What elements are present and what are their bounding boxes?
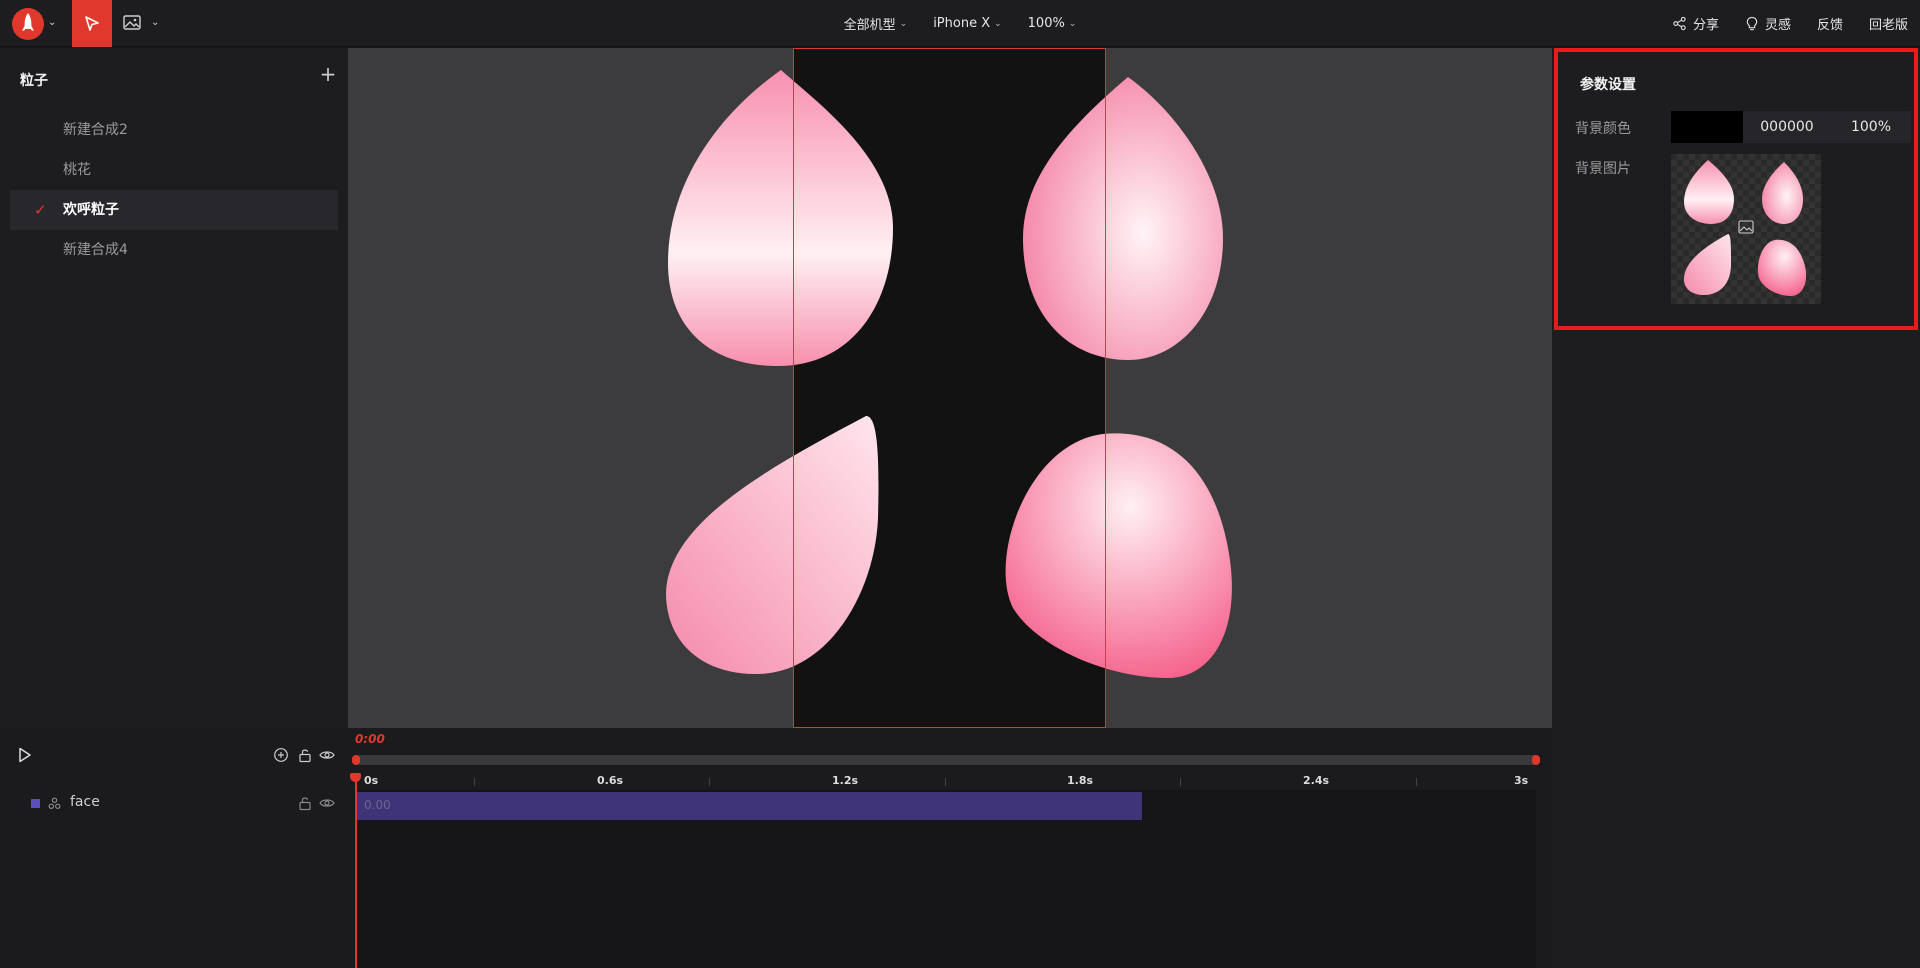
track-area[interactable]: 0.00 bbox=[354, 790, 1536, 968]
composition-item-label: 桃花 bbox=[63, 162, 91, 178]
share-icon bbox=[1673, 16, 1686, 31]
image-tool-icon[interactable] bbox=[122, 13, 142, 33]
plus-icon: + bbox=[319, 62, 337, 86]
layer-name: face bbox=[70, 794, 100, 810]
device-select[interactable]: iPhone X ⌄ bbox=[933, 16, 1001, 31]
select-tool-button[interactable] bbox=[72, 0, 112, 47]
eye-icon[interactable] bbox=[319, 747, 335, 763]
tick bbox=[945, 778, 946, 786]
particle-icon bbox=[48, 797, 61, 809]
tick-label: 0s bbox=[364, 774, 379, 787]
petal-image bbox=[668, 70, 893, 366]
old-version-label: 回老版 bbox=[1868, 18, 1908, 33]
bg-color-swatch[interactable] bbox=[1671, 111, 1743, 143]
bg-image-thumbnail[interactable] bbox=[1671, 154, 1821, 304]
tick bbox=[474, 778, 475, 786]
pointer-icon bbox=[85, 15, 99, 31]
bg-color-field: 000000 100% bbox=[1671, 111, 1911, 143]
share-label: 分享 bbox=[1692, 18, 1719, 33]
feedback-button[interactable]: 反馈 bbox=[1817, 14, 1843, 33]
tick-label: 1.8s bbox=[1067, 774, 1094, 787]
range-end-handle[interactable] bbox=[1532, 755, 1540, 765]
layer-eye-icon[interactable] bbox=[319, 795, 335, 811]
add-layer-icon[interactable] bbox=[273, 747, 289, 763]
tick-label: 2.4s bbox=[1303, 774, 1330, 787]
timeline: 0:00 0s 0.6s 1.2s 1.8s 2.4s 3s face 0.00 bbox=[0, 728, 1552, 968]
image-tool-dropdown-icon[interactable]: ⌄ bbox=[151, 17, 159, 28]
composition-item-active[interactable]: ✓ 欢呼粒子 bbox=[10, 190, 338, 230]
current-time: 0:00 bbox=[355, 732, 385, 746]
old-version-button[interactable]: 回老版 bbox=[1869, 14, 1908, 33]
petal-image bbox=[1005, 433, 1232, 678]
app-logo[interactable] bbox=[12, 8, 44, 40]
tick bbox=[1180, 778, 1181, 786]
composition-panel: 粒子 + 新建合成2 桃花 ✓ 欢呼粒子 新建合成4 bbox=[0, 48, 348, 728]
chevron-down-icon: ⌄ bbox=[994, 18, 1002, 29]
zoom-label: 100% bbox=[1027, 16, 1065, 31]
petal-sprites bbox=[666, 70, 1232, 678]
properties-title: 参数设置 bbox=[1580, 77, 1636, 93]
tick bbox=[709, 778, 710, 786]
device-group-select[interactable]: 全部机型 ⌄ bbox=[844, 14, 908, 33]
chevron-down-icon: ⌄ bbox=[899, 18, 908, 29]
logo-dropdown-icon[interactable]: ⌄ bbox=[48, 17, 56, 28]
inspiration-button[interactable]: 灵感 bbox=[1745, 14, 1791, 33]
rocket-icon bbox=[22, 13, 34, 31]
tick-label: 1.2s bbox=[832, 774, 859, 787]
chevron-down-icon: ⌄ bbox=[1068, 18, 1077, 29]
composition-item-label: 新建合成2 bbox=[63, 122, 128, 138]
composition-item-label: 新建合成4 bbox=[63, 242, 128, 258]
composition-item[interactable]: 桃花 bbox=[10, 150, 338, 190]
play-icon[interactable] bbox=[14, 745, 34, 765]
layer-track-bar[interactable]: 0.00 bbox=[356, 792, 1142, 820]
bg-color-label: 背景颜色 bbox=[1575, 121, 1631, 137]
playhead[interactable] bbox=[355, 778, 357, 968]
bg-color-alpha-input[interactable]: 100% bbox=[1831, 119, 1911, 135]
composition-item-label: 欢呼粒子 bbox=[63, 202, 119, 218]
inspiration-label: 灵感 bbox=[1764, 18, 1791, 33]
feedback-label: 反馈 bbox=[1816, 18, 1843, 33]
range-start-handle[interactable] bbox=[352, 755, 360, 765]
panel-title: 粒子 bbox=[20, 73, 48, 89]
unlock-icon[interactable] bbox=[297, 747, 313, 763]
top-bar: ⌄ ⌄ 全部机型 ⌄ iPhone X ⌄ 100% ⌄ 分享 灵感 反馈 回老… bbox=[0, 0, 1920, 47]
layer-unlock-icon[interactable] bbox=[297, 795, 313, 811]
tick-label: 0.6s bbox=[597, 774, 624, 787]
layer-color-swatch bbox=[31, 799, 40, 808]
image-icon bbox=[1738, 220, 1754, 234]
bg-color-hex-input[interactable]: 000000 bbox=[1743, 119, 1831, 135]
tick bbox=[1416, 778, 1417, 786]
preview-canvas[interactable] bbox=[348, 48, 1552, 728]
track-value: 0.00 bbox=[364, 798, 391, 812]
highlight-box: 参数设置 背景颜色 000000 100% 背景图片 bbox=[1554, 48, 1918, 330]
petal-image bbox=[1023, 77, 1223, 360]
composition-list: 新建合成2 桃花 ✓ 欢呼粒子 新建合成4 bbox=[10, 110, 338, 270]
lightbulb-icon bbox=[1746, 16, 1758, 31]
petal-image bbox=[666, 416, 879, 675]
timeline-scrubber[interactable] bbox=[352, 755, 1540, 765]
check-icon: ✓ bbox=[34, 201, 47, 219]
add-composition-button[interactable]: + bbox=[318, 64, 338, 84]
tick-label: 3s bbox=[1514, 774, 1529, 787]
share-button[interactable]: 分享 bbox=[1672, 14, 1719, 33]
composition-item[interactable]: 新建合成4 bbox=[10, 230, 338, 270]
timeline-controls bbox=[0, 728, 348, 788]
device-label: iPhone X bbox=[933, 16, 991, 31]
bg-image-label: 背景图片 bbox=[1575, 161, 1631, 177]
device-group-label: 全部机型 bbox=[843, 18, 896, 33]
layer-row[interactable]: face bbox=[0, 788, 348, 818]
properties-panel: 参数设置 背景颜色 000000 100% 背景图片 bbox=[1552, 48, 1920, 968]
time-ruler[interactable]: 0s 0.6s 1.2s 1.8s 2.4s 3s bbox=[354, 772, 1536, 790]
zoom-select[interactable]: 100% ⌄ bbox=[1028, 16, 1077, 31]
composition-item[interactable]: 新建合成2 bbox=[10, 110, 338, 150]
